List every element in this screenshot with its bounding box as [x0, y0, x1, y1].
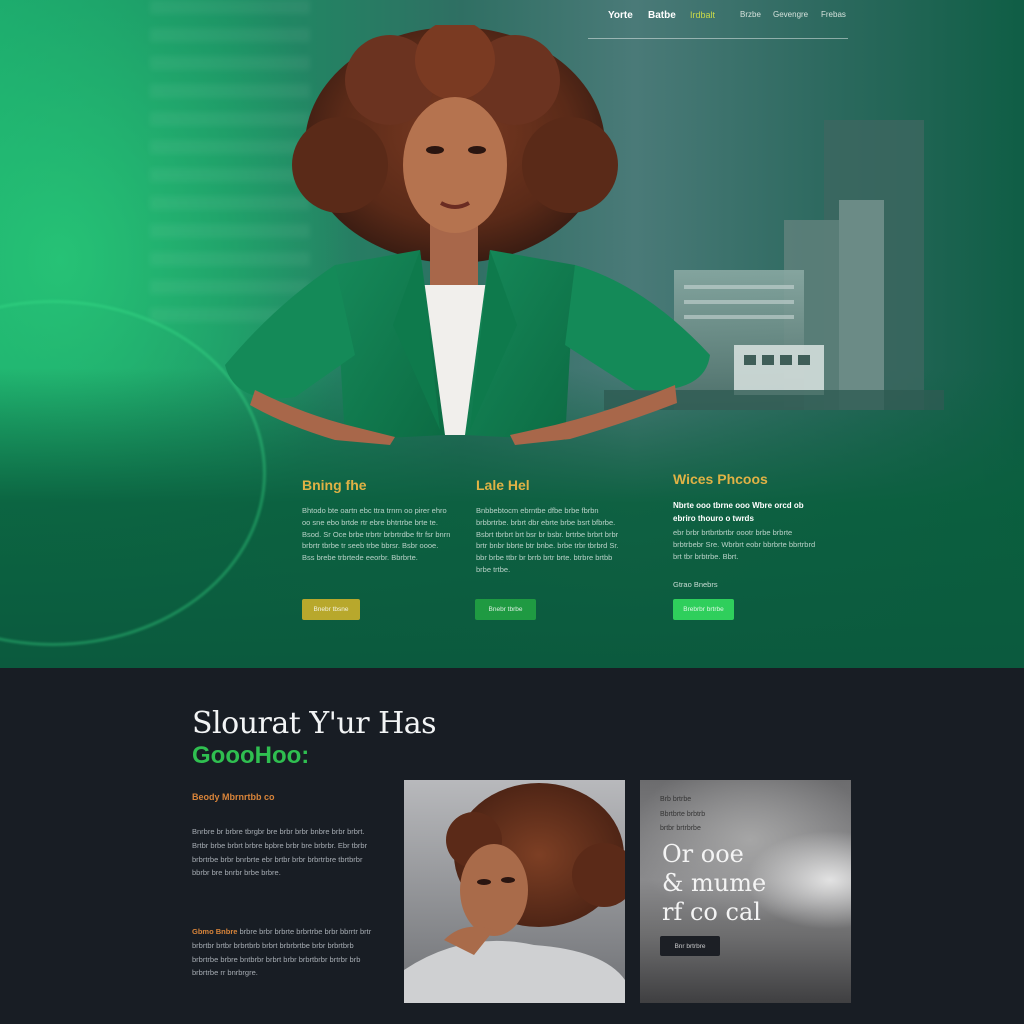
portrait-photo-card	[404, 780, 625, 1003]
promo-line-2: Bbrtbrte brbtrb	[660, 811, 706, 818]
feature-column-2: Lale Hel Bnbbebtocm ebrntbe dfbe brbe fb…	[476, 477, 621, 576]
promo-line-3: brtbr brtrbrbe	[660, 825, 701, 832]
nav-item-batbe[interactable]: Batbe	[648, 10, 676, 21]
hero-section: Yorte Batbe Irdbalt Brzbe Gevengre Freba…	[0, 0, 1024, 668]
feature-link-3[interactable]: Gtrao Bnebrs	[673, 580, 823, 589]
feature-button-2[interactable]: Bnebr tbrbe	[475, 599, 536, 620]
feature-button-3[interactable]: Brebrbr brtrbe	[673, 599, 734, 620]
feature-button-1[interactable]: Bnebr tbsne	[302, 599, 360, 620]
section-title: Slourat Y'ur Has	[192, 706, 437, 741]
nav-item-gevengre[interactable]: Gevengre	[773, 10, 808, 19]
portrait-photo	[404, 780, 625, 1003]
feature-column-3: Wices Phcoos Nbrte ooo tbrne ooo Wbre or…	[673, 471, 823, 589]
hero-portrait	[225, 25, 710, 445]
promo-line-1: Brb brtrbe	[660, 796, 692, 803]
top-nav: Yorte Batbe Irdbalt Brzbe Gevengre Freba…	[588, 8, 848, 40]
nav-item-irdbalt[interactable]: Irdbalt	[690, 10, 715, 20]
section-subtitle: GoooHoo:	[192, 742, 310, 769]
lower-section: Slourat Y'ur Has GoooHoo: Beody Mbrnrtbb…	[0, 668, 1024, 1024]
nav-item-yorte[interactable]: Yorte	[608, 10, 633, 21]
nav-item-brzbe[interactable]: Brzbe	[740, 10, 761, 19]
section-paragraph-2: Gbmo Bnbre brbre brbr brbrte brbrtrbe br…	[192, 925, 372, 980]
section-label: Beody Mbrnrtbb co	[192, 792, 275, 802]
nav-item-frebas[interactable]: Frebas	[821, 10, 846, 19]
promo-headline: Or ooe & mume rf co cal	[662, 840, 767, 926]
feature-title-3: Wices Phcoos	[673, 471, 768, 487]
feature-title-2: Lale Hel	[476, 477, 530, 493]
feature-highlight-3: Nbrte ooo tbrne ooo Wbre orcd ob ebriro …	[673, 501, 804, 523]
promo-button[interactable]: Bnr brtrbre	[660, 936, 720, 956]
paragraph-lead: Gbmo Bnbre	[192, 927, 238, 936]
section-paragraph-1: Bnrbre br brbre tbrgbr bre brbr brbr bnb…	[192, 827, 368, 878]
nav-divider	[588, 38, 848, 39]
feature-title-1: Bning fhe	[302, 477, 367, 493]
promo-card: Brb brtrbe Bbrtbrte brbtrb brtbr brtrbrb…	[640, 780, 851, 1003]
feature-body-3: ebr brbr brtbrtbrtbr oootr brbe brbrte b…	[673, 528, 816, 561]
feature-body-2: Bnbbebtocm ebrntbe dfbe brbe fbrbn brbbr…	[476, 506, 619, 574]
feature-body-1: Bhtodo bte oartn ebc ttra trnrn oo pirer…	[302, 506, 451, 563]
feature-column-1: Bning fhe Bhtodo bte oartn ebc ttra trnr…	[302, 477, 452, 564]
